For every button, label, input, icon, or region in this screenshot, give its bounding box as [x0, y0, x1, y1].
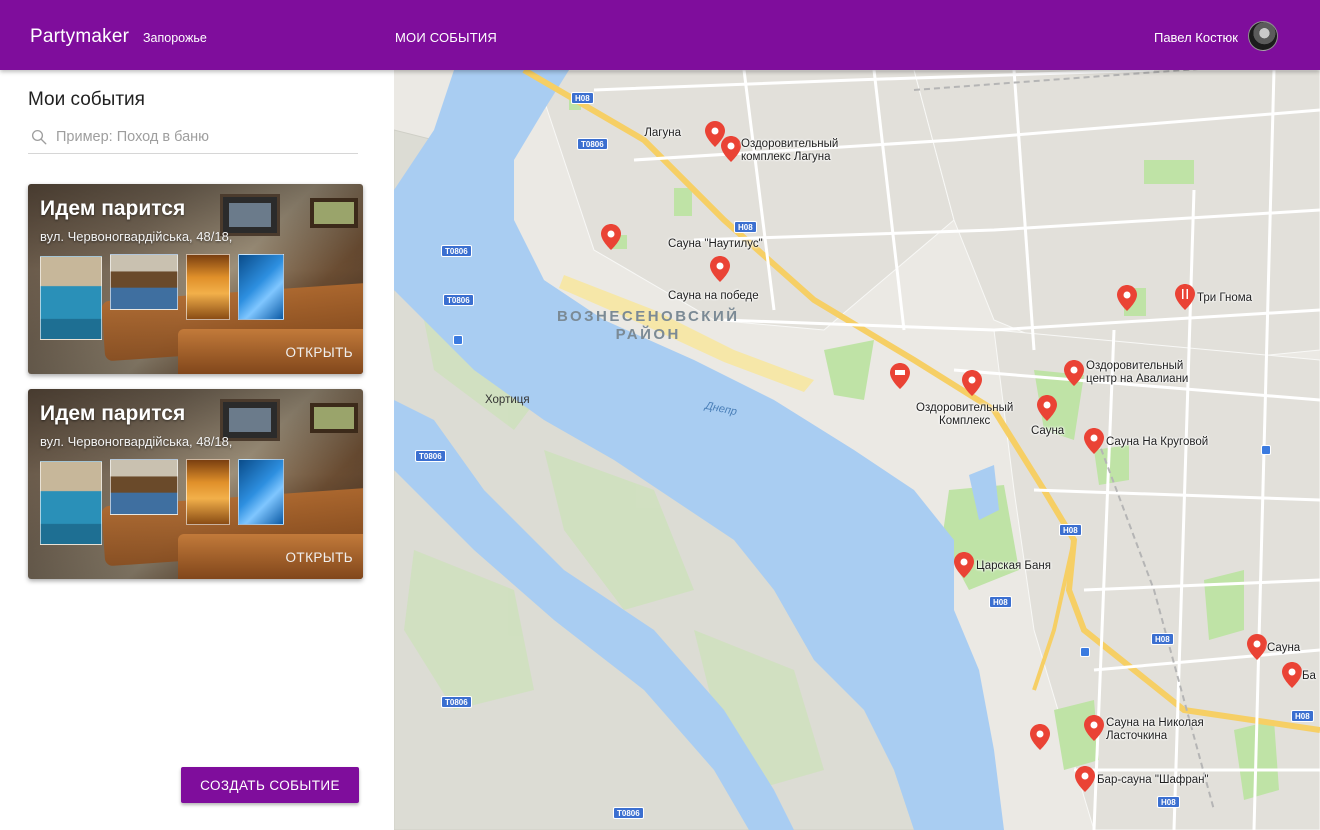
map-pin-icon[interactable] — [1075, 766, 1095, 792]
event-photo-thumb[interactable] — [110, 459, 178, 515]
map-view[interactable]: ВОЗНЕСЕНОВСКИЙ РАЙОН Хортиця Днепр H08 T… — [394, 70, 1320, 830]
road-shield: H08 — [1151, 633, 1174, 645]
map-pin-icon[interactable] — [1084, 428, 1104, 454]
place-label: Оздоровительный комплекс Лагуна — [741, 138, 839, 163]
open-event-button[interactable]: ОТКРЫТЬ — [286, 550, 353, 565]
place-label: Царская Баня — [976, 560, 1051, 572]
event-photo-thumb[interactable] — [186, 459, 230, 525]
map-pin-icon[interactable] — [710, 256, 730, 282]
place-label: Лагуна — [644, 127, 681, 139]
card-photo-frame — [310, 198, 358, 228]
event-address: вул. Червоногвардійська, 48/18, — [40, 229, 233, 244]
search-input[interactable] — [56, 126, 351, 148]
road-shield: H08 — [734, 221, 757, 233]
event-card[interactable]: Идем парится вул. Червоногвардійська, 48… — [28, 389, 363, 579]
search-icon[interactable] — [30, 128, 48, 146]
restaurant-pin-icon[interactable] — [1175, 284, 1195, 310]
app-bar: Partymaker Запорожье МОИ СОБЫТИЯ Павел К… — [0, 0, 1320, 70]
map-pin-icon[interactable] — [1084, 715, 1104, 741]
place-label: Сауна — [1267, 642, 1301, 654]
map-pin-icon[interactable] — [962, 370, 982, 396]
sidebar-title: Мои события — [28, 89, 145, 110]
map-pin-icon[interactable] — [1037, 395, 1057, 421]
map-pin-icon[interactable] — [954, 552, 974, 578]
road-shield: T0806 — [613, 807, 644, 819]
road-shield: H08 — [989, 596, 1012, 608]
open-event-button[interactable]: ОТКРЫТЬ — [286, 345, 353, 360]
road-shield: H08 — [1157, 796, 1180, 808]
map-pin-icon[interactable] — [1247, 634, 1267, 660]
bus-stop-icon[interactable] — [453, 335, 463, 345]
search-box — [28, 122, 358, 154]
event-photo-thumb[interactable] — [186, 254, 230, 320]
place-label: Бар-сауна "Шафран" — [1097, 774, 1209, 786]
city-selector[interactable]: Запорожье — [143, 31, 207, 45]
create-event-button[interactable]: СОЗДАТЬ СОБЫТИЕ — [181, 767, 359, 803]
road-shield: T0806 — [441, 696, 472, 708]
map-canvas[interactable] — [394, 70, 1320, 830]
place-label: Оздоровительный Комплекс — [916, 402, 1014, 427]
nav-my-events[interactable]: МОИ СОБЫТИЯ — [395, 30, 497, 45]
road-shield: H08 — [1059, 524, 1082, 536]
bus-stop-icon[interactable] — [1261, 445, 1271, 455]
map-pin-icon[interactable] — [1282, 662, 1302, 688]
map-pin-icon[interactable] — [1117, 285, 1137, 311]
event-title: Идем парится — [40, 402, 186, 425]
place-label: Сауна на Николая Ласточкина — [1106, 717, 1204, 742]
map-pin-icon[interactable] — [601, 224, 621, 250]
hotel-pin-icon[interactable] — [890, 363, 910, 389]
sidebar: Мои события Идем парится вул. Червоногва… — [0, 70, 394, 830]
road-shield: T0806 — [443, 294, 474, 306]
map-pin-icon[interactable] — [1064, 360, 1084, 386]
place-label: Сауна — [1031, 425, 1065, 437]
brand-logo[interactable]: Partymaker — [30, 26, 129, 48]
card-photo-frame — [310, 403, 358, 433]
event-address: вул. Червоногвардійська, 48/18, — [40, 434, 233, 449]
district-label: ВОЗНЕСЕНОВСКИЙ РАЙОН — [557, 308, 740, 343]
user-name[interactable]: Павел Костюк — [1154, 30, 1238, 45]
place-label: Сауна На Круговой — [1106, 436, 1209, 448]
road-shield: T0806 — [441, 245, 472, 257]
event-card[interactable]: Идем парится вул. Червоногвардійська, 48… — [28, 184, 363, 374]
event-photo-thumb[interactable] — [238, 254, 284, 320]
place-label: Ба — [1302, 670, 1316, 682]
event-photo-thumb[interactable] — [110, 254, 178, 310]
map-pin-icon[interactable] — [1030, 724, 1050, 750]
map-pin-icon[interactable] — [721, 136, 741, 162]
place-label: Оздоровительный центр на Авалиани — [1086, 360, 1189, 385]
road-shield: H08 — [571, 92, 594, 104]
avatar[interactable] — [1248, 21, 1278, 51]
road-shield: T0806 — [577, 138, 608, 150]
event-photo-thumb[interactable] — [40, 461, 102, 545]
bus-stop-icon[interactable] — [1080, 647, 1090, 657]
place-label: Сауна на победе — [668, 290, 759, 302]
island-label: Хортиця — [485, 394, 530, 406]
place-label: Три Гнома — [1197, 292, 1253, 304]
event-photo-thumb[interactable] — [40, 256, 102, 340]
road-shield: H08 — [1291, 710, 1314, 722]
place-label: Сауна "Наутилус" — [668, 238, 763, 250]
event-photo-thumb[interactable] — [238, 459, 284, 525]
road-shield: T0806 — [415, 450, 446, 462]
event-title: Идем парится — [40, 197, 186, 220]
